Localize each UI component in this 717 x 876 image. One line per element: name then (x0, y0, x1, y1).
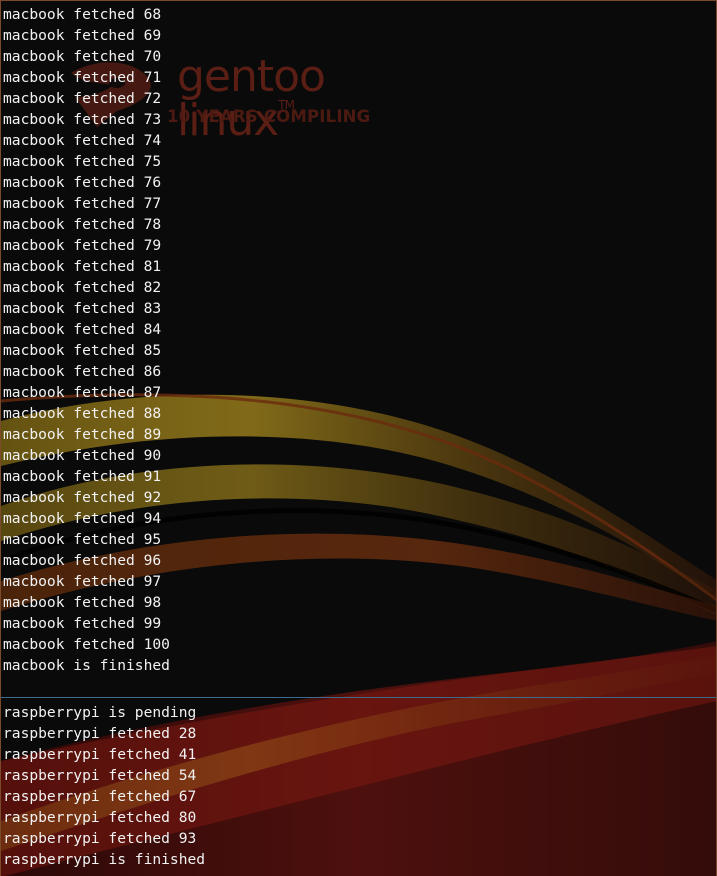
terminal-line: raspberrypi fetched 80 (3, 809, 197, 826)
terminal-line: raspberrypi fetched 54 (3, 767, 197, 784)
terminal-line: macbook fetched 77 (3, 195, 162, 212)
terminal-line: macbook fetched 74 (3, 132, 162, 149)
terminal-line: macbook fetched 70 (3, 48, 162, 65)
terminal-line: macbook fetched 98 (3, 594, 162, 611)
terminal-line: macbook fetched 79 (3, 237, 162, 254)
terminal-pane-top[interactable]: macbook fetched 68 macbook fetched 69 macb… (3, 4, 716, 676)
terminal-line: macbook fetched 94 (3, 510, 162, 527)
pane-split-divider[interactable] (1, 697, 716, 698)
terminal-line: macbook fetched 83 (3, 300, 162, 317)
terminal-line: macbook fetched 99 (3, 615, 162, 632)
terminal-line: macbook fetched 84 (3, 321, 162, 338)
terminal-line: macbook fetched 76 (3, 174, 162, 191)
terminal-line: macbook fetched 81 (3, 258, 162, 275)
terminal-line: macbook fetched 100 (3, 636, 170, 653)
terminal-line: macbook fetched 78 (3, 216, 162, 233)
terminal-line: macbook fetched 73 (3, 111, 162, 128)
terminal-line: macbook fetched 68 (3, 6, 162, 23)
terminal-line: raspberrypi fetched 41 (3, 746, 197, 763)
terminal-line: macbook fetched 97 (3, 573, 162, 590)
terminal-line: macbook fetched 89 (3, 426, 162, 443)
terminal-line: macbook is finished (3, 657, 170, 674)
terminal-line: macbook fetched 71 (3, 69, 162, 86)
terminal-line: macbook fetched 82 (3, 279, 162, 296)
terminal-line: macbook fetched 95 (3, 531, 162, 548)
terminal-line: raspberrypi is finished (3, 851, 206, 868)
terminal-line: macbook fetched 90 (3, 447, 162, 464)
terminal-line: macbook fetched 88 (3, 405, 162, 422)
terminal-pane-bottom[interactable]: raspberrypi is pending raspberrypi fetche… (3, 702, 716, 870)
terminal-line: macbook fetched 69 (3, 27, 162, 44)
terminal-line: raspberrypi fetched 67 (3, 788, 197, 805)
terminal-line: macbook fetched 86 (3, 363, 162, 380)
terminal-line: raspberrypi fetched 28 (3, 725, 197, 742)
terminal-line: raspberrypi is pending (3, 704, 197, 721)
terminal-line: macbook fetched 87 (3, 384, 162, 401)
terminal-line: macbook fetched 85 (3, 342, 162, 359)
terminal-line: macbook fetched 75 (3, 153, 162, 170)
terminal-window[interactable]: gentoo linuxTM 10 YEARS COMPILING macboo… (0, 0, 717, 876)
terminal-line: macbook fetched 92 (3, 489, 162, 506)
terminal-line: raspberrypi fetched 93 (3, 830, 197, 847)
terminal-line: macbook fetched 72 (3, 90, 162, 107)
terminal-line: macbook fetched 96 (3, 552, 162, 569)
terminal-line: macbook fetched 91 (3, 468, 162, 485)
